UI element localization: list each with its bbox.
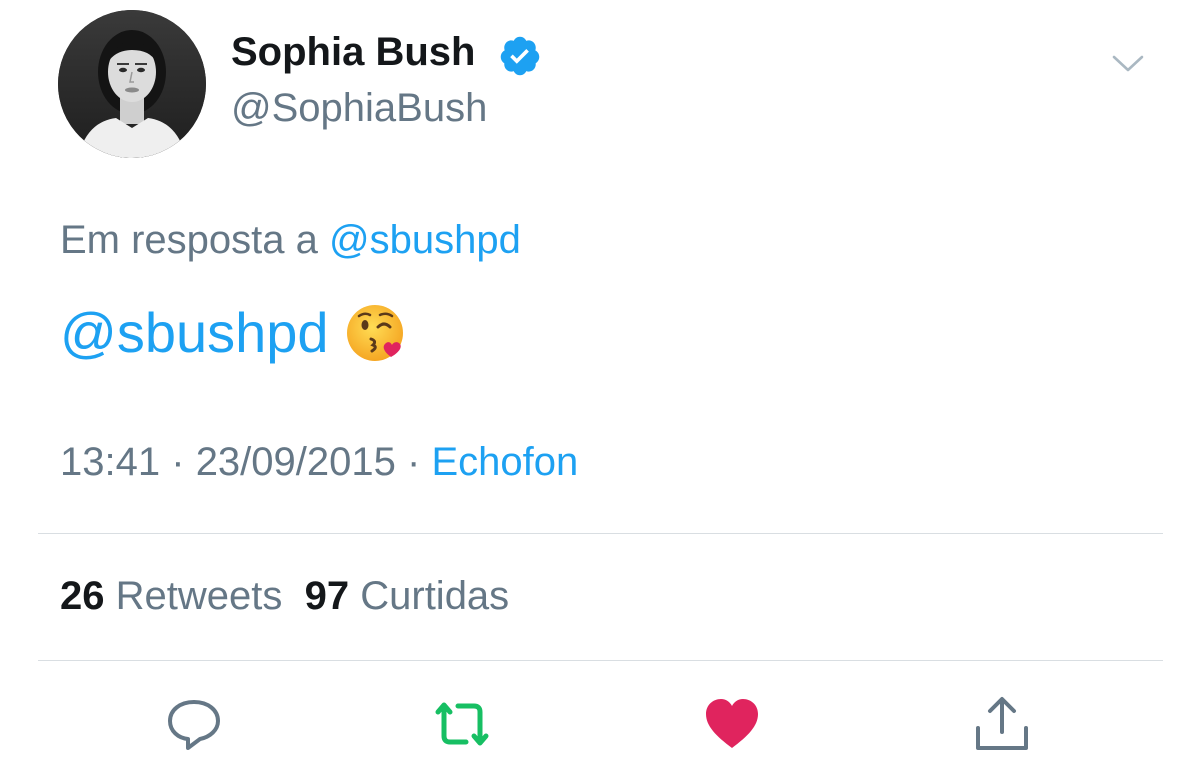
user-handle[interactable]: @SophiaBush xyxy=(231,86,487,131)
retweets-count: 26 xyxy=(60,574,105,618)
share-icon[interactable] xyxy=(972,694,1032,754)
tweet-text: @sbushpd xyxy=(60,300,409,365)
retweet-icon[interactable] xyxy=(432,694,492,754)
divider xyxy=(38,533,1163,534)
reply-icon[interactable] xyxy=(164,694,224,754)
tweet-mention[interactable]: @sbushpd xyxy=(60,300,329,365)
face-throwing-kiss-emoji-icon xyxy=(346,304,403,361)
retweets-stat[interactable]: 26 Retweets xyxy=(60,574,282,618)
avatar[interactable] xyxy=(58,10,206,158)
reply-context: Em resposta a @sbushpd xyxy=(60,218,521,263)
tweet-stats: 26 Retweets 97 Curtidas xyxy=(60,574,509,619)
heart-icon[interactable] xyxy=(702,694,762,754)
meta-separator: · xyxy=(171,440,185,484)
verified-badge-icon xyxy=(500,36,540,76)
tweet-detail: Sophia Bush @SophiaBush Em resposta a @s… xyxy=(0,0,1200,784)
likes-stat[interactable]: 97 Curtidas xyxy=(305,574,510,618)
chevron-down-icon[interactable] xyxy=(1110,52,1146,76)
tweet-source[interactable]: Echofon xyxy=(431,440,578,484)
reply-prefix: Em resposta a xyxy=(60,218,318,262)
display-name[interactable]: Sophia Bush xyxy=(231,30,475,75)
meta-separator-2: · xyxy=(407,440,421,484)
tweet-time: 13:41 xyxy=(60,440,161,484)
likes-label: Curtidas xyxy=(360,574,510,618)
likes-count: 97 xyxy=(304,574,350,618)
tweet-date: 23/09/2015 xyxy=(195,440,396,484)
avatar-photo xyxy=(58,10,206,158)
retweets-label: Retweets xyxy=(115,574,283,618)
divider xyxy=(38,660,1163,661)
tweet-meta: 13:41 · 23/09/2015 · Echofon xyxy=(60,440,578,485)
reply-to-mention[interactable]: @sbushpd xyxy=(329,218,521,262)
